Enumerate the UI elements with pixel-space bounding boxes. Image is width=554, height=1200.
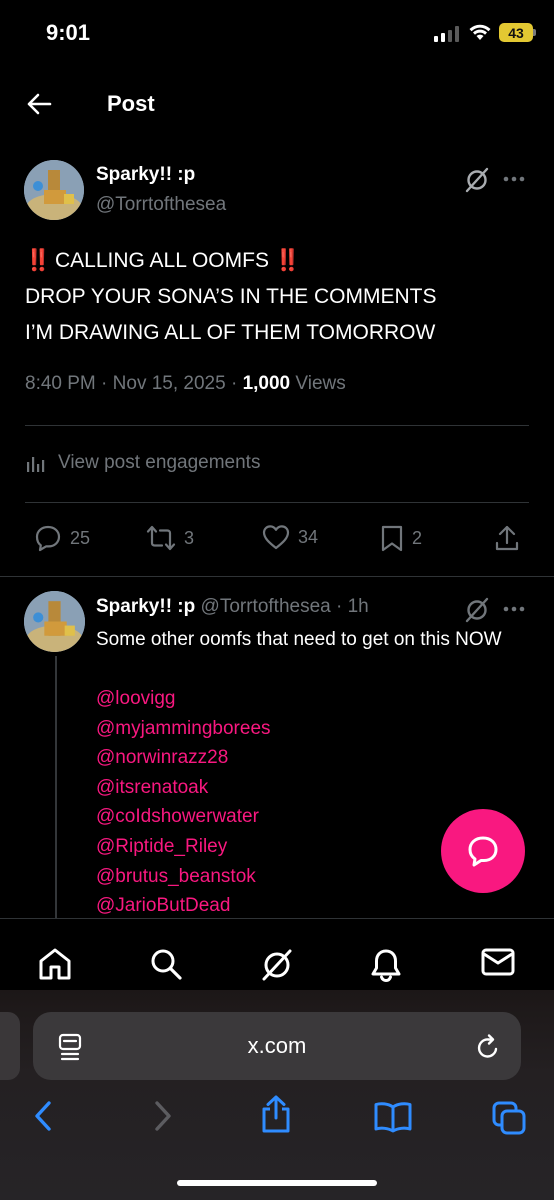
bookmarks-icon[interactable]	[373, 1101, 413, 1133]
divider	[0, 576, 554, 577]
post-time: 8:40 PM	[25, 373, 96, 394]
forward-chevron-icon[interactable]	[152, 1100, 174, 1132]
post-line-2: DROP YOUR SONA’S IN THE COMMENTS	[25, 285, 437, 308]
engagements-label: View post engagements	[58, 452, 261, 473]
more-dots-icon[interactable]	[503, 176, 525, 182]
heart-icon	[262, 525, 290, 550]
status-time: 9:01	[46, 20, 91, 45]
compose-reply-icon	[468, 836, 498, 867]
battery-indicator: 43	[499, 23, 533, 42]
bottom-nav	[0, 918, 554, 1000]
page-menu-icon[interactable]	[58, 1033, 82, 1061]
post-line-3: I’M DRAWING ALL OF THEM TOMORROW	[25, 321, 436, 344]
repost-count: 3	[184, 527, 195, 548]
views-count: 1,000	[242, 373, 291, 394]
bar-chart-icon	[27, 457, 45, 472]
repost-icon	[146, 525, 176, 551]
mention-link[interactable]: @coIdshowerwater	[96, 802, 271, 832]
battery-nub	[533, 29, 536, 36]
author-avatar[interactable]	[24, 160, 84, 220]
page-title: Post	[107, 91, 155, 116]
meta-separator: ·	[95, 373, 113, 394]
double-exclamation-emoji: ‼️	[25, 249, 51, 272]
home-indicator	[177, 1180, 377, 1186]
mention-link[interactable]: @norwinrazz28	[96, 743, 271, 773]
post-text: ‼️ CALLING ALL OOMFS ‼️ DROP YOUR SONA’S…	[25, 243, 535, 351]
back-chevron-icon[interactable]	[32, 1100, 54, 1132]
mention-link[interactable]: @JarioButDead	[96, 891, 271, 921]
reply-button[interactable]: 25	[34, 524, 90, 552]
reply-author-name[interactable]: Sparky!! :p	[96, 596, 195, 617]
post-meta: 8:40 PM · Nov 15, 2025 · 1,000 Views	[25, 373, 346, 395]
mention-list: @loovigg @myjammingborees @norwinrazz28 …	[96, 684, 271, 921]
divider	[25, 502, 529, 503]
mention-link[interactable]: @Riptide_Riley	[96, 832, 271, 862]
bell-icon[interactable]	[369, 947, 403, 983]
post-line-1-text: CALLING ALL OOMFS	[55, 249, 269, 272]
reply-text: Some other oomfs that need to get on thi…	[96, 629, 502, 650]
mail-icon[interactable]	[481, 947, 515, 977]
bookmark-count: 2	[412, 527, 423, 548]
share-button[interactable]	[494, 524, 520, 552]
mention-link[interactable]: @loovigg	[96, 684, 271, 714]
post-date: Nov 15, 2025	[112, 373, 226, 394]
home-icon[interactable]	[37, 947, 73, 981]
view-engagements-link[interactable]: View post engagements	[26, 452, 260, 474]
share-icon	[495, 525, 519, 551]
reply-header: Sparky!! :p @Torrtofthesea · 1h	[96, 596, 369, 618]
like-count: 34	[298, 526, 319, 547]
thread-line	[55, 656, 57, 926]
reload-icon[interactable]	[475, 1033, 501, 1061]
reply-author-avatar[interactable]	[24, 591, 85, 652]
meta-separator: ·	[225, 373, 243, 394]
tabs-icon[interactable]	[491, 1100, 527, 1136]
author-handle[interactable]: @Torrtofthesea	[96, 194, 226, 216]
url-text[interactable]: x.com	[0, 1033, 554, 1059]
bookmark-button[interactable]: 2	[380, 524, 422, 552]
back-arrow-icon[interactable]	[26, 92, 52, 116]
wifi-icon	[468, 22, 492, 42]
reply-time: 1h	[347, 596, 369, 617]
author-name[interactable]: Sparky!! :p	[96, 164, 195, 186]
cellular-signal-icon	[434, 26, 460, 42]
mention-link[interactable]: @itsrenatoak	[96, 773, 271, 803]
mention-link[interactable]: @brutus_beanstok	[96, 862, 271, 892]
compose-reply-button[interactable]	[441, 809, 525, 893]
double-exclamation-emoji: ‼️	[274, 249, 301, 272]
search-icon[interactable]	[148, 947, 184, 981]
more-dots-icon[interactable]	[503, 606, 525, 612]
mention-link[interactable]: @myjammingborees	[96, 714, 271, 744]
post-line-1: ‼️ CALLING ALL OOMFS ‼️	[25, 243, 535, 279]
grok-icon[interactable]	[463, 166, 491, 194]
like-button[interactable]: 34	[262, 524, 318, 550]
share-icon[interactable]	[259, 1094, 293, 1134]
bookmark-icon	[381, 525, 403, 552]
reply-author-handle[interactable]: @Torrtofthesea	[201, 596, 331, 617]
reply-count: 25	[70, 527, 91, 548]
views-label: Views	[295, 373, 346, 394]
meta-separator: ·	[330, 596, 348, 617]
grok-icon[interactable]	[463, 596, 491, 624]
comment-icon	[35, 525, 61, 552]
grok-icon[interactable]	[259, 947, 295, 983]
divider	[25, 425, 529, 426]
repost-button[interactable]: 3	[146, 524, 194, 552]
